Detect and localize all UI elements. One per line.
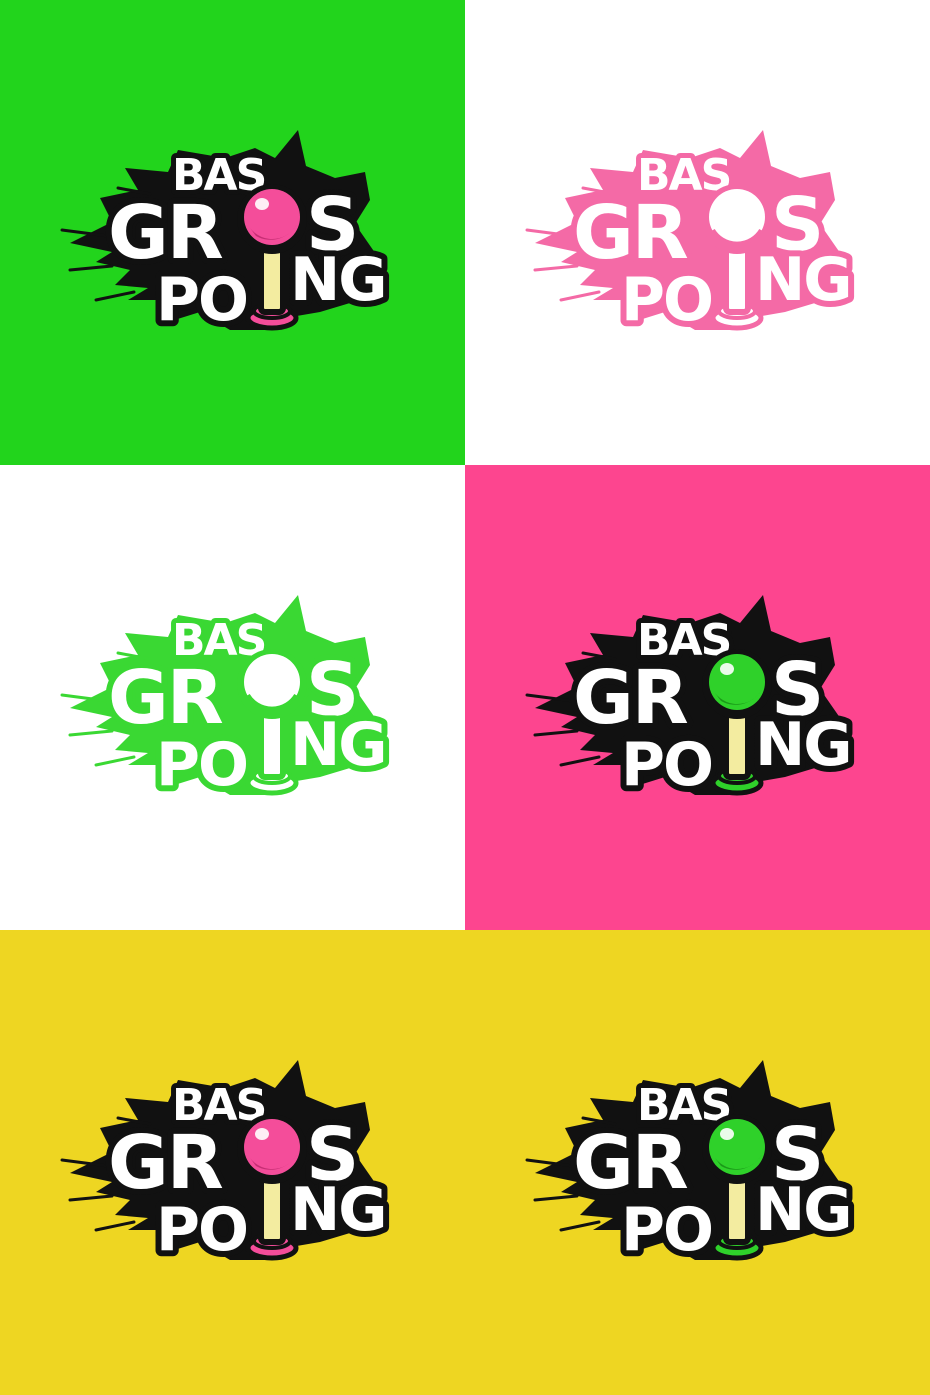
speed-streak [68,1194,114,1202]
joystick-ball-icon [237,184,307,254]
joystick-ball-icon [702,184,772,254]
speed-streak [533,264,579,272]
logo-mark: BASGR SPO NG [525,595,858,806]
joystick-ball-icon [237,649,307,719]
logo-word-poing-right: NG [290,245,385,315]
logo-word-poing-right: NG [290,710,385,780]
speed-streak [559,1220,601,1232]
speed-streak [94,1220,136,1232]
speed-streak [533,1194,579,1202]
logo-word-poing-right: NG [755,245,850,315]
logo-mark: BASGR SPO NG [525,1060,858,1271]
logo-mark: BASGR SPO NG [60,130,393,341]
logo-word-poing-left: PO [621,730,712,800]
logo-word-poing-left: PO [156,730,247,800]
logo-word-gros-left: GR [573,1120,688,1206]
logo-word-poing-left: PO [156,1195,247,1265]
logo-word-gros-left: GR [108,1120,223,1206]
joystick-ball-icon [237,1114,307,1184]
logo-word-poing-left: PO [621,265,712,335]
logo-mark: BASGR SPO NG [60,1060,393,1271]
logo-word-gros-left: GR [108,655,223,741]
speed-streak [68,729,114,737]
joystick-ball-icon [702,649,772,719]
logo-word-gros-left: GR [573,190,688,276]
joystick-ball-icon [702,1114,772,1184]
tile-yellow-bg-pink-ball: BAS GR S PO NG [0,930,465,1395]
speed-streak [559,290,601,302]
tile-white-bg-green-mono: BAS GR S PO NG [0,465,465,930]
logo-word-poing-right: NG [755,710,850,780]
logo-word-gros-left: GR [573,655,688,741]
logo-variations-grid: BAS GR S PO NG BAS GR S PO NG BAS GR S PO NG BAS GR S PO NG… [0,0,930,1395]
speed-streak [68,264,114,272]
logo-word-poing-left: PO [156,265,247,335]
tile-white-bg-pink-mono: BAS GR S PO NG [465,0,930,465]
speed-streak [559,755,601,767]
logo-word-poing-left: PO [621,1195,712,1265]
speed-streak [94,755,136,767]
tile-green-bg-pink-ball: BAS GR S PO NG [0,0,465,465]
logo-word-gros-left: GR [108,190,223,276]
tile-yellow-bg-green-ball: BAS GR S PO NG [465,930,930,1395]
speed-streak [533,729,579,737]
logo-mark: BASGR SPO NG [525,130,858,341]
logo-word-poing-right: NG [290,1175,385,1245]
speed-streak [94,290,136,302]
logo-word-poing-right: NG [755,1175,850,1245]
tile-pink-bg-green-ball: BAS GR S PO NG [465,465,930,930]
logo-mark: BASGR SPO NG [60,595,393,806]
